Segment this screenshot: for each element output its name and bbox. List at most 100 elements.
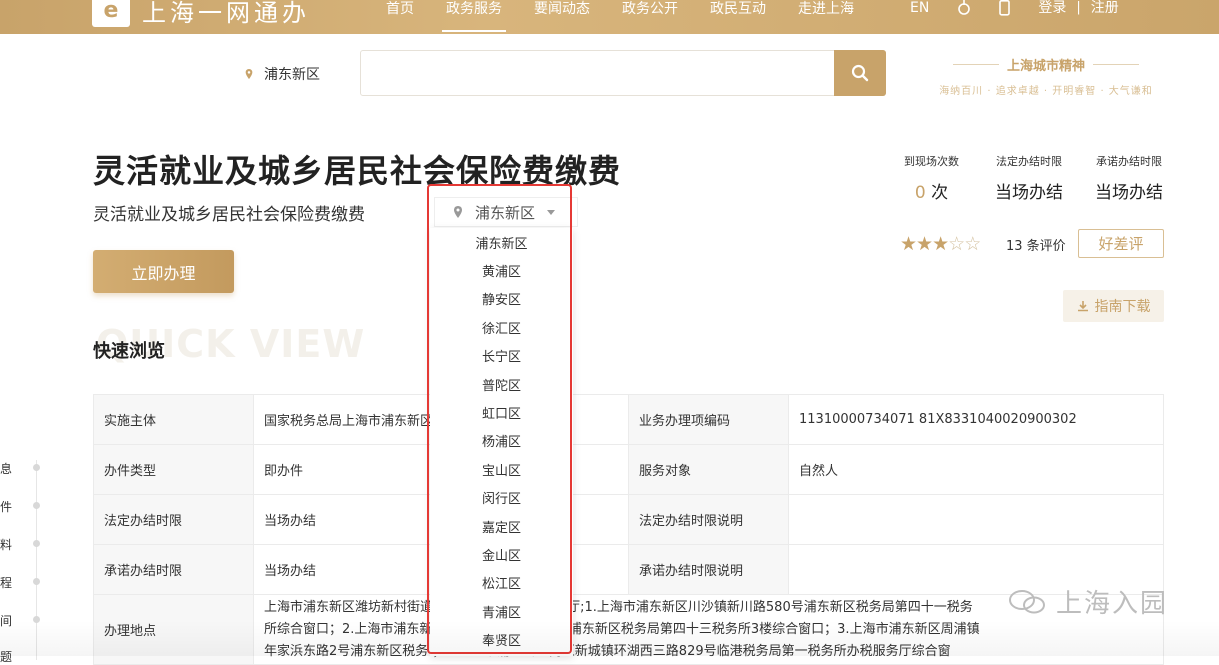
accessibility-icon[interactable] — [957, 0, 971, 20]
location-pin-icon — [454, 206, 462, 218]
stat-visits-number: 0 — [914, 183, 926, 203]
district-option[interactable]: 青浦区 — [430, 597, 573, 625]
star-empty-icon: ☆ — [948, 233, 965, 255]
nav-gov-open[interactable]: 政务公开 — [606, 0, 694, 34]
login-link[interactable]: 登录 — [1038, 0, 1066, 16]
side-nav-item[interactable]: 程 — [0, 574, 12, 591]
district-option[interactable]: 普陀区 — [430, 370, 573, 398]
district-option[interactable]: 金山区 — [430, 540, 573, 568]
side-nav-item[interactable]: 料 — [0, 536, 12, 553]
quick-view-title: 快速浏览 — [93, 341, 165, 362]
site-logo[interactable]: e 上海一网通办 — [92, 0, 310, 28]
side-nav-dot[interactable] — [33, 502, 40, 509]
side-nav-item[interactable]: 间 — [0, 612, 12, 629]
table-key: 业务办理项编码 — [628, 394, 789, 445]
location-selector[interactable]: 浦东新区 — [244, 64, 320, 84]
stat-legal-limit: 法定办结时限 当场办结 — [995, 153, 1063, 203]
stat-visits-unit: 次 — [925, 183, 949, 203]
guide-download-button[interactable]: 指南下载 — [1063, 290, 1164, 322]
district-option[interactable]: 徐汇区 — [430, 313, 573, 341]
stat-promise-limit-label: 承诺办结时限 — [1096, 155, 1162, 168]
district-option[interactable]: 长宁区 — [430, 342, 573, 370]
watermark: 上海入园 — [1008, 583, 1168, 620]
search-input[interactable] — [360, 50, 886, 96]
side-nav-item[interactable]: 件 — [0, 498, 12, 515]
table-key: 法定办结时限 — [93, 494, 254, 545]
district-option[interactable]: 嘉定区 — [430, 512, 573, 540]
mobile-icon[interactable] — [999, 0, 1011, 20]
district-select[interactable]: 浦东新区 — [434, 197, 578, 227]
page-subtitle: 灵活就业及城乡居民社会保险费缴费 — [93, 205, 365, 225]
table-value: 11310000734071 81X8331040020900302 — [788, 394, 1164, 445]
table-key: 法定办结时限说明 — [628, 494, 789, 545]
table-value: 自然人 — [788, 444, 1164, 495]
location-pin-icon — [245, 69, 253, 79]
main-nav: 首页 政务服务 要闻动态 政务公开 政民互动 走进上海 — [370, 0, 870, 34]
stat-visits: 到现场次数 0 次 — [904, 153, 959, 203]
search-button[interactable] — [834, 50, 886, 96]
city-spirit-title: 上海城市精神 — [928, 55, 1164, 74]
nav-interaction[interactable]: 政民互动 — [694, 0, 782, 34]
district-option[interactable]: 奉贤区 — [430, 625, 573, 653]
table-value — [788, 494, 1164, 545]
table-row: 承诺办结时限 当场办结 承诺办结时限说明 — [93, 544, 1164, 595]
rate-button[interactable]: 好差评 — [1078, 229, 1164, 258]
district-option[interactable]: 闵行区 — [430, 484, 573, 512]
search-icon — [851, 64, 869, 82]
address-line: 所综合窗口；2.上海市浦东新 丹桂路1059号）3号楼浦东新区税务局第四十三税务… — [264, 621, 980, 637]
stat-promise-limit-value: 当场办结 — [1095, 183, 1163, 203]
district-option[interactable]: 虹口区 — [430, 398, 573, 426]
table-row: 法定办结时限 当场办结 法定办结时限说明 — [93, 494, 1164, 545]
wechat-icon — [1009, 589, 1045, 613]
table-key: 办理地点 — [93, 594, 254, 665]
side-nav-dot[interactable] — [33, 616, 40, 623]
language-toggle[interactable]: EN — [910, 0, 929, 16]
table-key: 承诺办结时限 — [93, 544, 254, 595]
chevron-down-icon — [547, 209, 556, 215]
district-option[interactable]: 宝山区 — [430, 455, 573, 483]
district-dropdown: 浦东新区 黄浦区 静安区 徐汇区 长宁区 普陀区 虹口区 杨浦区 宝山区 闵行区… — [430, 228, 573, 656]
table-key: 实施主体 — [93, 394, 254, 445]
address-line: 年家浜东路2号浦东新区税务 ；4.上海市浦东新区南汇新城镇环湖西三路829号临港… — [264, 643, 951, 659]
district-option[interactable]: 杨浦区 — [430, 427, 573, 455]
side-nav-track — [36, 460, 37, 660]
register-link[interactable]: 注册 — [1091, 0, 1119, 16]
star-icon: ★ — [932, 233, 949, 255]
logo-icon: e — [92, 0, 130, 27]
download-icon — [1077, 301, 1088, 312]
nav-news[interactable]: 要闻动态 — [518, 0, 606, 34]
star-icon: ★ — [916, 233, 933, 255]
table-key: 服务对象 — [628, 444, 789, 495]
page-title: 灵活就业及城乡居民社会保险费缴费 — [93, 152, 622, 190]
nav-divider: | — [1076, 0, 1081, 15]
guide-download-label: 指南下载 — [1094, 299, 1151, 315]
nav-home[interactable]: 首页 — [370, 0, 430, 34]
table-row: 实施主体 国家税务总局上海市浦东新区 业务办理项编码 1131000073407… — [93, 394, 1164, 445]
location-label: 浦东新区 — [264, 67, 320, 83]
side-nav-item[interactable]: 息 — [0, 460, 12, 477]
city-spirit-subtitle: 海纳百川 · 追求卓越 · 开明睿智 · 大气谦和 — [939, 86, 1153, 97]
table-row: 办件类型 即办件 服务对象 自然人 — [93, 444, 1164, 495]
table-row-address: 办理地点 上海市浦东新区潍坊新村街道 局第一税务所办税服务厅;1.上海市浦东新区… — [93, 594, 1164, 665]
review-count[interactable]: 13 条评价 — [1006, 235, 1066, 254]
nav-shanghai[interactable]: 走进上海 — [782, 0, 870, 34]
district-option[interactable]: 松江区 — [430, 569, 573, 597]
logo-text: 上海一网通办 — [142, 0, 310, 27]
stat-visits-label: 到现场次数 — [904, 155, 959, 168]
side-nav-item[interactable]: 题 — [0, 648, 12, 665]
district-option[interactable]: 浦东新区 — [430, 228, 573, 256]
side-nav-dot[interactable] — [33, 464, 40, 471]
quick-view-table: 实施主体 国家税务总局上海市浦东新区 业务办理项编码 1131000073407… — [93, 394, 1164, 665]
apply-now-button[interactable]: 立即办理 — [93, 250, 234, 293]
stat-promise-limit: 承诺办结时限 当场办结 — [1095, 153, 1163, 203]
star-icon: ★ — [900, 233, 917, 255]
side-nav-dot[interactable] — [33, 578, 40, 585]
nav-gov-services[interactable]: 政务服务 — [430, 0, 518, 34]
district-option[interactable]: 静安区 — [430, 285, 573, 313]
district-option[interactable]: 黄浦区 — [430, 256, 573, 284]
city-spirit-banner: 上海城市精神 海纳百川 · 追求卓越 · 开明睿智 · 大气谦和 — [928, 55, 1164, 97]
side-nav-dot[interactable] — [33, 540, 40, 547]
district-select-value: 浦东新区 — [475, 203, 536, 222]
stat-legal-limit-label: 法定办结时限 — [996, 155, 1062, 168]
top-navigation-bar: e 上海一网通办 首页 政务服务 要闻动态 政务公开 政民互动 走进上海 EN … — [0, 0, 1219, 34]
